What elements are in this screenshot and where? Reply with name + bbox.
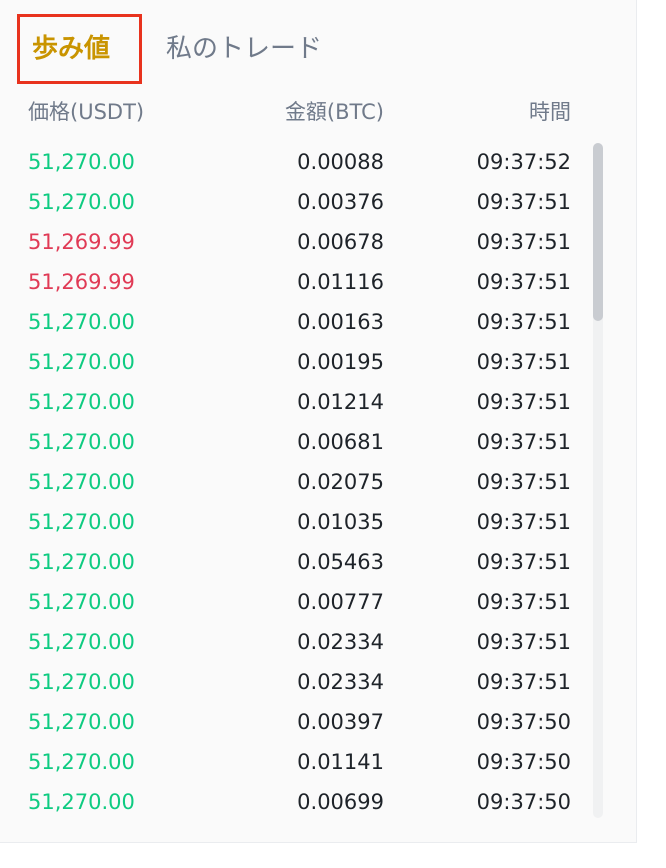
trade-amount: 0.01116 — [297, 270, 384, 294]
trade-time: 09:37:51 — [476, 230, 571, 254]
trade-time: 09:37:51 — [476, 270, 571, 294]
trade-history-panel: 歩み値 私のトレード 価格(USDT) 金額(BTC) 時間 51,270.00… — [0, 0, 637, 843]
trade-row: 51,270.00 0.02334 09:37:51 — [28, 662, 571, 702]
trade-price: 51,270.00 — [28, 630, 135, 654]
tab-bar: 歩み値 私のトレード — [17, 14, 322, 84]
tab-my-trades[interactable]: 私のトレード — [166, 36, 322, 62]
trade-amount: 0.00699 — [297, 790, 384, 814]
trade-row: 51,270.00 0.02075 09:37:51 — [28, 462, 571, 502]
trade-time: 09:37:51 — [476, 550, 571, 574]
trade-amount: 0.02075 — [297, 470, 384, 494]
trade-time: 09:37:51 — [476, 190, 571, 214]
trade-time: 09:37:50 — [476, 710, 571, 734]
trade-price: 51,270.00 — [28, 790, 135, 814]
trade-price: 51,270.00 — [28, 390, 135, 414]
trade-amount: 0.00088 — [297, 150, 384, 174]
trade-time: 09:37:51 — [476, 430, 571, 454]
tab-market-trades[interactable]: 歩み値 — [17, 14, 142, 84]
trade-row: 51,270.00 0.02334 09:37:51 — [28, 622, 571, 662]
trade-time: 09:37:51 — [476, 310, 571, 334]
trade-row: 51,270.00 0.05463 09:37:51 — [28, 542, 571, 582]
trade-row: 51,270.00 0.00681 09:37:51 — [28, 422, 571, 462]
trade-price: 51,270.00 — [28, 310, 135, 334]
trade-amount: 0.00195 — [297, 350, 384, 374]
trade-amount: 0.02334 — [297, 630, 384, 654]
trade-row: 51,270.00 0.00699 09:37:50 — [28, 782, 571, 822]
trade-amount: 0.00681 — [297, 430, 384, 454]
trade-price: 51,270.00 — [28, 550, 135, 574]
trade-row: 51,270.00 0.00163 09:37:51 — [28, 302, 571, 342]
trade-row: 51,270.00 0.00376 09:37:51 — [28, 182, 571, 222]
trade-row: 51,270.00 0.01214 09:37:51 — [28, 382, 571, 422]
trade-time: 09:37:51 — [476, 390, 571, 414]
trade-row: 51,270.00 0.00088 09:37:52 — [28, 142, 571, 182]
trade-row: 51,270.00 0.00195 09:37:51 — [28, 342, 571, 382]
trade-amount: 0.00397 — [297, 710, 384, 734]
trade-price: 51,270.00 — [28, 150, 135, 174]
column-header-time: 時間 — [529, 100, 571, 124]
trade-price: 51,270.00 — [28, 590, 135, 614]
tab-my-trades-label: 私のトレード — [166, 34, 323, 64]
trade-amount: 0.01141 — [297, 750, 384, 774]
trade-time: 09:37:51 — [476, 470, 571, 494]
trade-amount: 0.00777 — [297, 590, 384, 614]
trade-time: 09:37:51 — [476, 670, 571, 694]
trade-amount: 0.01214 — [297, 390, 384, 414]
trade-row: 51,270.00 0.01035 09:37:51 — [28, 502, 571, 542]
trade-amount: 0.00163 — [297, 310, 384, 334]
trade-row: 51,270.00 0.00397 09:37:50 — [28, 702, 571, 742]
trade-price: 51,270.00 — [28, 470, 135, 494]
trade-price: 51,270.00 — [28, 430, 135, 454]
trade-price: 51,270.00 — [28, 670, 135, 694]
trade-amount: 0.01035 — [297, 510, 384, 534]
trade-amount: 0.00678 — [297, 230, 384, 254]
column-header-price: 価格(USDT) — [28, 100, 145, 124]
trade-list[interactable]: 51,270.00 0.00088 09:37:52 51,270.00 0.00376… — [28, 142, 571, 822]
trade-time: 09:37:50 — [476, 790, 571, 814]
trade-price: 51,269.99 — [28, 230, 135, 254]
trade-time: 09:37:51 — [476, 350, 571, 374]
trade-time: 09:37:51 — [476, 630, 571, 654]
trade-row: 51,270.00 0.00777 09:37:51 — [28, 582, 571, 622]
tab-market-trades-label: 歩み値 — [32, 34, 111, 64]
trade-price: 51,270.00 — [28, 750, 135, 774]
trade-time: 09:37:51 — [476, 510, 571, 534]
trade-amount: 0.05463 — [297, 550, 384, 574]
column-header-amount: 金額(BTC) — [284, 100, 384, 124]
trade-time: 09:37:51 — [476, 590, 571, 614]
trade-row: 51,269.99 0.00678 09:37:51 — [28, 222, 571, 262]
scrollbar-thumb[interactable] — [593, 143, 603, 321]
trade-price: 51,269.99 — [28, 270, 135, 294]
trade-time: 09:37:52 — [476, 150, 571, 174]
trade-price: 51,270.00 — [28, 510, 135, 534]
trade-list-scrollbar[interactable] — [593, 143, 603, 818]
trade-price: 51,270.00 — [28, 350, 135, 374]
trade-amount: 0.02334 — [297, 670, 384, 694]
trade-amount: 0.00376 — [297, 190, 384, 214]
trade-time: 09:37:50 — [476, 750, 571, 774]
trade-row: 51,270.00 0.01141 09:37:50 — [28, 742, 571, 782]
trade-row: 51,269.99 0.01116 09:37:51 — [28, 262, 571, 302]
trade-price: 51,270.00 — [28, 710, 135, 734]
trade-price: 51,270.00 — [28, 190, 135, 214]
trade-list-header: 価格(USDT) 金額(BTC) 時間 — [28, 96, 571, 126]
